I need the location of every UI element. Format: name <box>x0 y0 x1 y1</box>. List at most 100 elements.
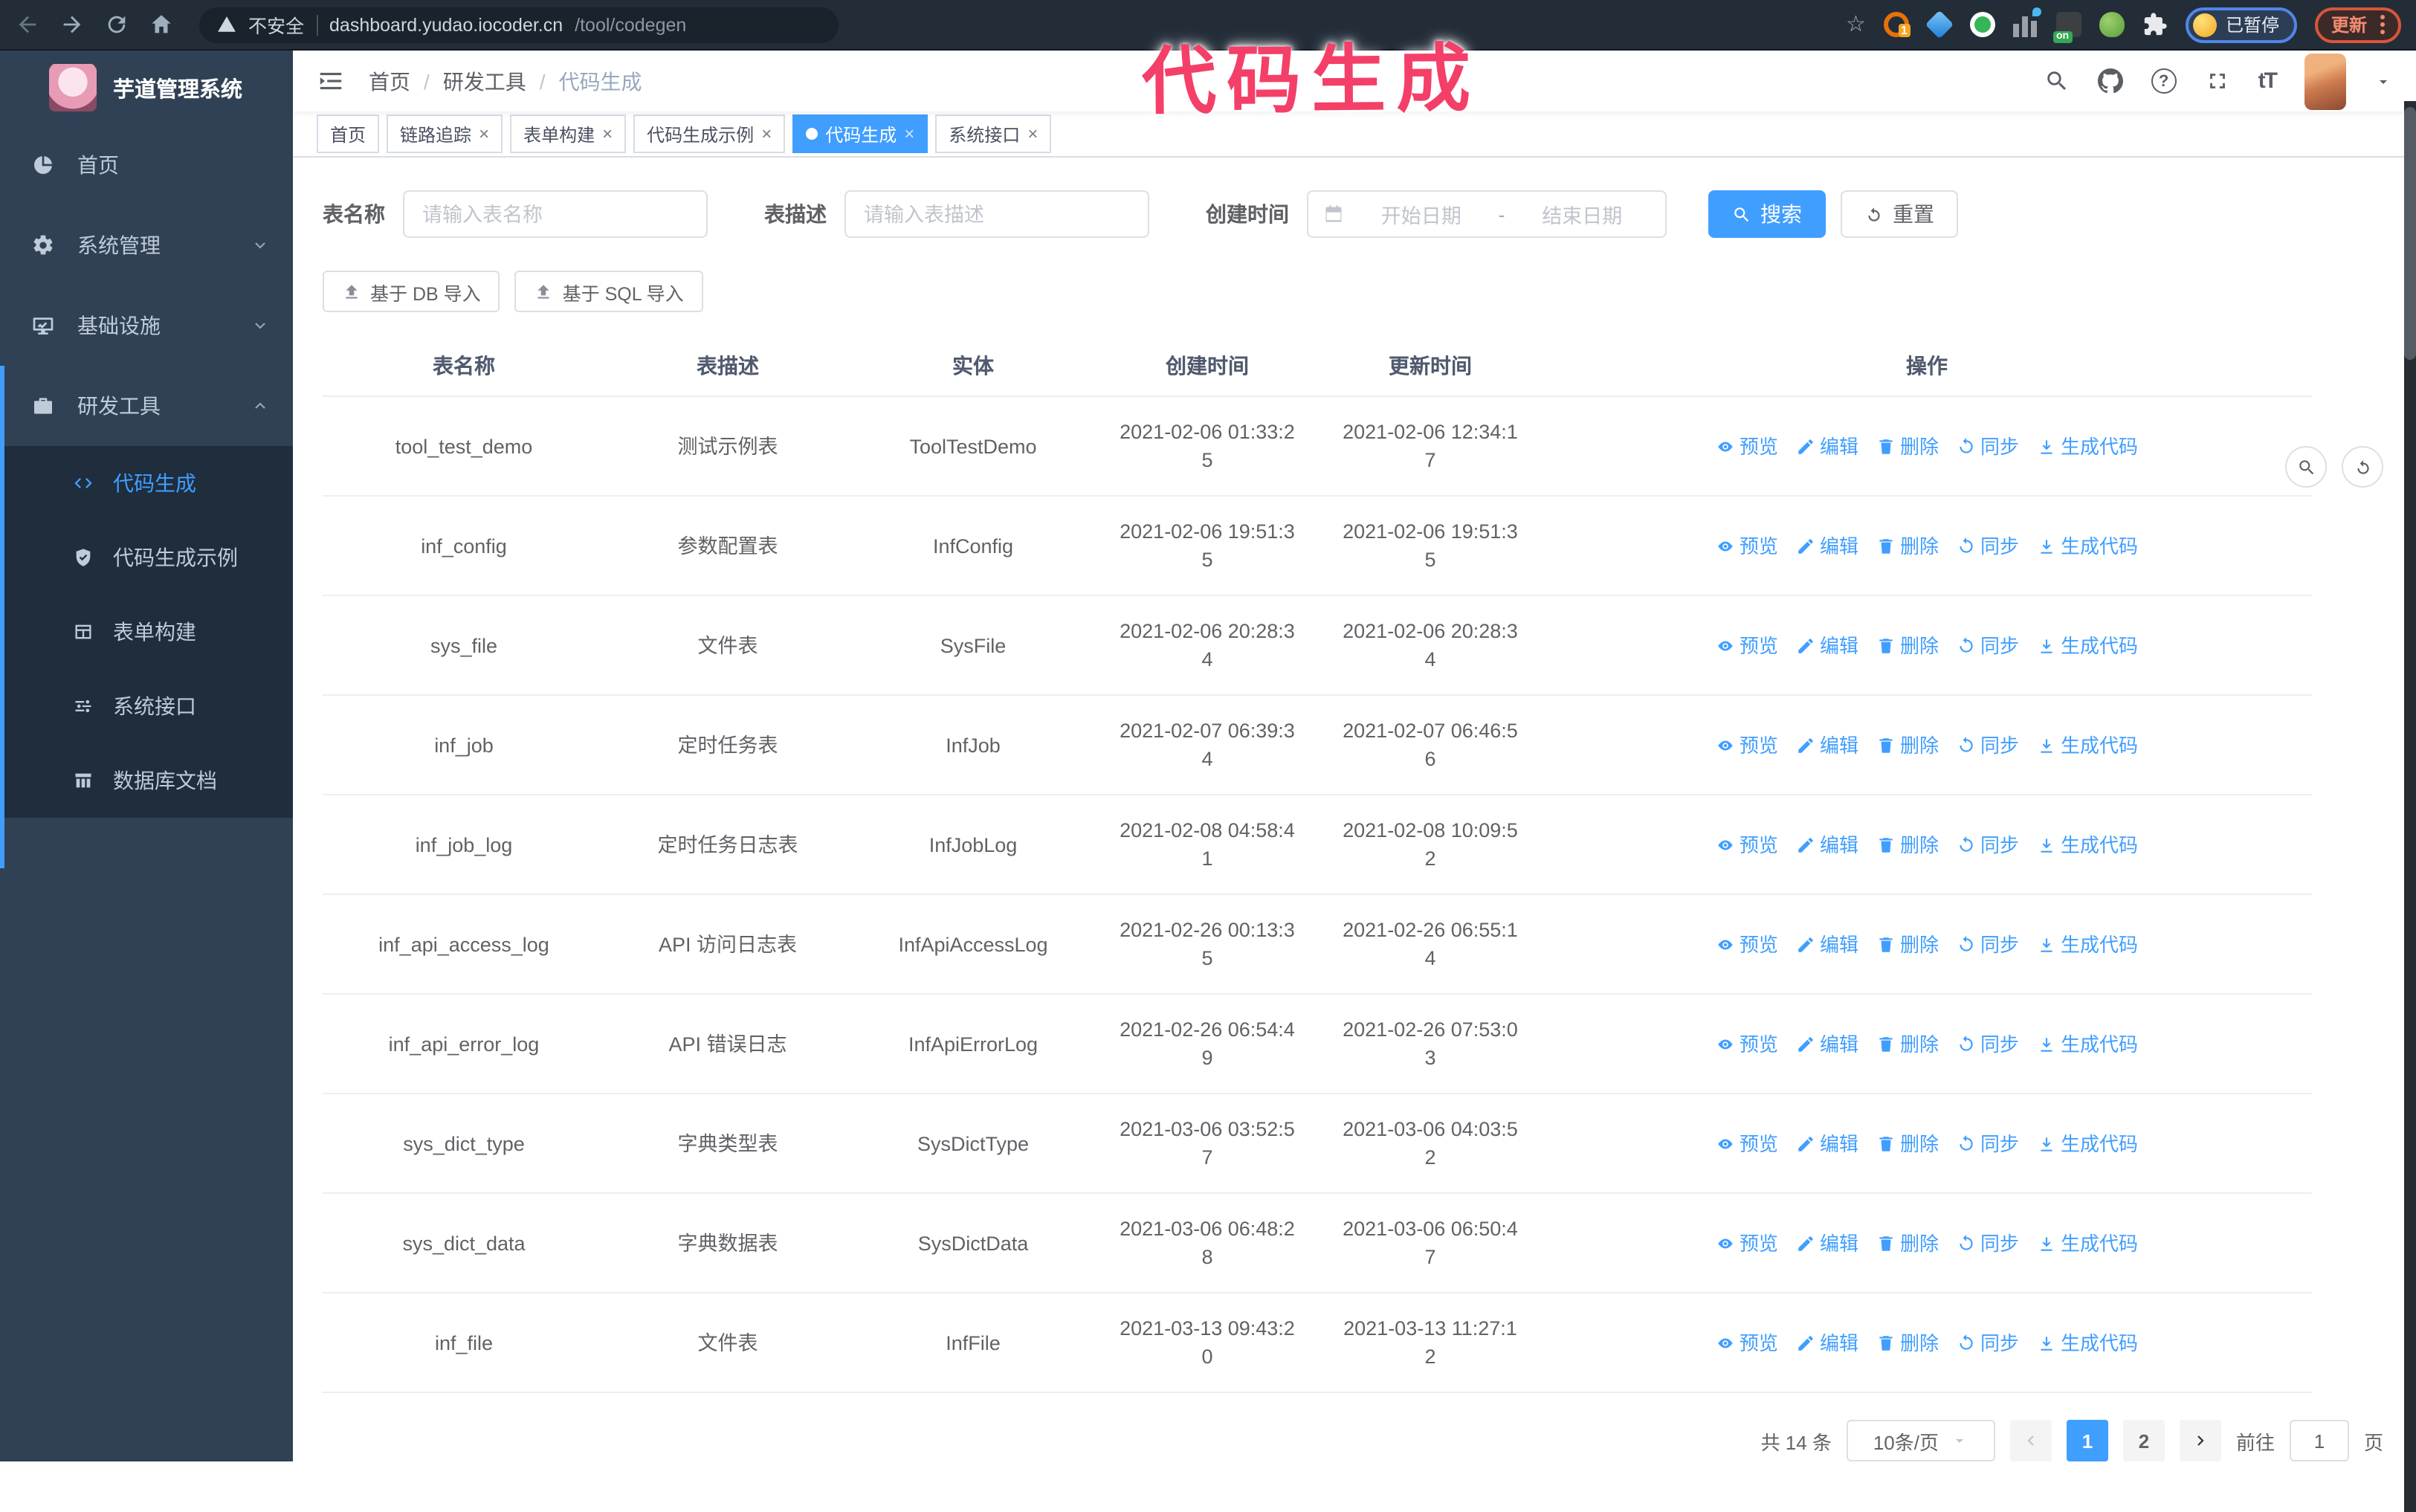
tab-code-generation[interactable]: 代码生成 × <box>792 114 928 154</box>
sidebar-item-codegen-example[interactable]: 代码生成示例 <box>0 520 293 595</box>
edit-link[interactable]: 编辑 <box>1796 731 1858 759</box>
generate-code-link[interactable]: 生成代码 <box>2037 830 2138 859</box>
extension-animal-icon[interactable] <box>2099 12 2125 37</box>
delete-link[interactable]: 删除 <box>1876 731 1939 759</box>
sync-link[interactable]: 同步 <box>1957 930 2019 958</box>
extension-gem-icon[interactable] <box>1925 10 1954 39</box>
tab-form-builder[interactable]: 表单构建 × <box>510 114 627 154</box>
browser-back-icon[interactable] <box>15 12 40 37</box>
tab-close-icon[interactable]: × <box>761 125 772 143</box>
refresh-table-button[interactable] <box>2342 446 2383 488</box>
sidebar-item-database-docs[interactable]: 数据库文档 <box>0 743 293 818</box>
browser-menu-dots-icon[interactable] <box>2380 15 2385 34</box>
import-db-button[interactable]: 基于 DB 导入 <box>323 271 500 312</box>
generate-code-link[interactable]: 生成代码 <box>2037 1229 2138 1257</box>
next-page-button[interactable] <box>2179 1420 2221 1461</box>
sidebar-item-home[interactable]: 首页 <box>0 125 293 205</box>
preview-link[interactable]: 预览 <box>1716 1328 1778 1357</box>
tab-trace[interactable]: 链路追踪 × <box>387 114 503 154</box>
avatar[interactable] <box>2304 53 2346 110</box>
browser-profile-button[interactable]: 已暂停 <box>2185 7 2297 42</box>
toggle-search-button[interactable] <box>2285 446 2327 488</box>
preview-link[interactable]: 预览 <box>1716 1229 1778 1257</box>
preview-link[interactable]: 预览 <box>1716 532 1778 560</box>
goto-page-input[interactable] <box>2289 1420 2349 1461</box>
prev-page-button[interactable] <box>2009 1420 2052 1461</box>
page-button-2[interactable]: 2 <box>2122 1420 2165 1461</box>
sync-link[interactable]: 同步 <box>1957 1030 2019 1058</box>
delete-link[interactable]: 删除 <box>1876 1030 1939 1058</box>
extension-columns-icon[interactable] <box>2012 7 2041 37</box>
app-logo-row[interactable]: 芋道管理系统 <box>0 51 293 125</box>
sync-link[interactable]: 同步 <box>1957 631 2019 659</box>
browser-update-button[interactable]: 更新 <box>2314 7 2401 42</box>
generate-code-link[interactable]: 生成代码 <box>2037 1328 2138 1357</box>
generate-code-link[interactable]: 生成代码 <box>2037 631 2138 659</box>
hamburger-icon[interactable] <box>317 67 345 95</box>
preview-link[interactable]: 预览 <box>1716 930 1778 958</box>
edit-link[interactable]: 编辑 <box>1796 532 1858 560</box>
tab-codegen-example[interactable]: 代码生成示例 × <box>633 114 786 154</box>
page-scrollbar-thumb[interactable] <box>2404 107 2416 360</box>
sidebar-item-form-builder[interactable]: 表单构建 <box>0 595 293 669</box>
search-icon[interactable] <box>2044 68 2070 94</box>
browser-reload-icon[interactable] <box>104 12 129 37</box>
edit-link[interactable]: 编辑 <box>1796 1129 1858 1157</box>
generate-code-link[interactable]: 生成代码 <box>2037 1030 2138 1058</box>
edit-link[interactable]: 编辑 <box>1796 1328 1858 1357</box>
page-size-select[interactable]: 10条/页 <box>1846 1420 1995 1461</box>
browser-forward-icon[interactable] <box>59 12 85 37</box>
sync-link[interactable]: 同步 <box>1957 532 2019 560</box>
extension-orange-icon[interactable]: 1 <box>1883 12 1910 37</box>
preview-link[interactable]: 预览 <box>1716 731 1778 759</box>
delete-link[interactable]: 删除 <box>1876 1129 1939 1157</box>
page-scrollbar[interactable] <box>2404 101 2416 1512</box>
sidebar-item-infrastructure[interactable]: 基础设施 <box>0 285 293 366</box>
breadcrumb-dev-tools[interactable]: 研发工具 <box>443 66 526 96</box>
github-icon[interactable] <box>2097 68 2123 94</box>
sync-link[interactable]: 同步 <box>1957 1328 2019 1357</box>
sync-link[interactable]: 同步 <box>1957 432 2019 460</box>
search-button[interactable]: 搜索 <box>1708 190 1826 238</box>
edit-link[interactable]: 编辑 <box>1796 432 1858 460</box>
generate-code-link[interactable]: 生成代码 <box>2037 532 2138 560</box>
tab-close-icon[interactable]: × <box>479 125 489 143</box>
delete-link[interactable]: 删除 <box>1876 1229 1939 1257</box>
browser-home-icon[interactable] <box>149 12 174 37</box>
generate-code-link[interactable]: 生成代码 <box>2037 930 2138 958</box>
edit-link[interactable]: 编辑 <box>1796 930 1858 958</box>
extensions-puzzle-icon[interactable] <box>2142 12 2168 37</box>
edit-link[interactable]: 编辑 <box>1796 830 1858 859</box>
delete-link[interactable]: 删除 <box>1876 830 1939 859</box>
extension-dark-icon[interactable]: on <box>2052 12 2081 43</box>
generate-code-link[interactable]: 生成代码 <box>2037 1129 2138 1157</box>
edit-link[interactable]: 编辑 <box>1796 1030 1858 1058</box>
sidebar-item-dev-tools[interactable]: 研发工具 <box>0 366 293 446</box>
reset-button[interactable]: 重置 <box>1841 190 1958 238</box>
sidebar-item-system-api[interactable]: 系统接口 <box>0 669 293 743</box>
preview-link[interactable]: 预览 <box>1716 631 1778 659</box>
tab-home[interactable]: 首页 <box>317 114 380 154</box>
edit-link[interactable]: 编辑 <box>1796 631 1858 659</box>
sidebar-item-code-generation[interactable]: 代码生成 <box>0 446 293 520</box>
font-size-icon[interactable]: tT <box>2258 68 2278 94</box>
avatar-caret-icon[interactable] <box>2374 72 2392 90</box>
preview-link[interactable]: 预览 <box>1716 1030 1778 1058</box>
preview-link[interactable]: 预览 <box>1716 830 1778 859</box>
delete-link[interactable]: 删除 <box>1876 1328 1939 1357</box>
extension-green-check-icon[interactable] <box>1969 12 1995 37</box>
table-name-input[interactable] <box>403 190 708 238</box>
tab-close-icon[interactable]: × <box>602 125 613 143</box>
delete-link[interactable]: 删除 <box>1876 532 1939 560</box>
preview-link[interactable]: 预览 <box>1716 1129 1778 1157</box>
date-range-picker[interactable]: 开始日期 - 结束日期 <box>1307 190 1667 238</box>
address-bar[interactable]: 不安全 dashboard.yudao.iocoder.cn/tool/code… <box>199 7 839 42</box>
preview-link[interactable]: 预览 <box>1716 432 1778 460</box>
sync-link[interactable]: 同步 <box>1957 1129 2019 1157</box>
import-sql-button[interactable]: 基于 SQL 导入 <box>514 271 703 312</box>
edit-link[interactable]: 编辑 <box>1796 1229 1858 1257</box>
generate-code-link[interactable]: 生成代码 <box>2037 432 2138 460</box>
tab-close-icon[interactable]: × <box>904 125 914 143</box>
table-desc-input[interactable] <box>844 190 1149 238</box>
sync-link[interactable]: 同步 <box>1957 1229 2019 1257</box>
